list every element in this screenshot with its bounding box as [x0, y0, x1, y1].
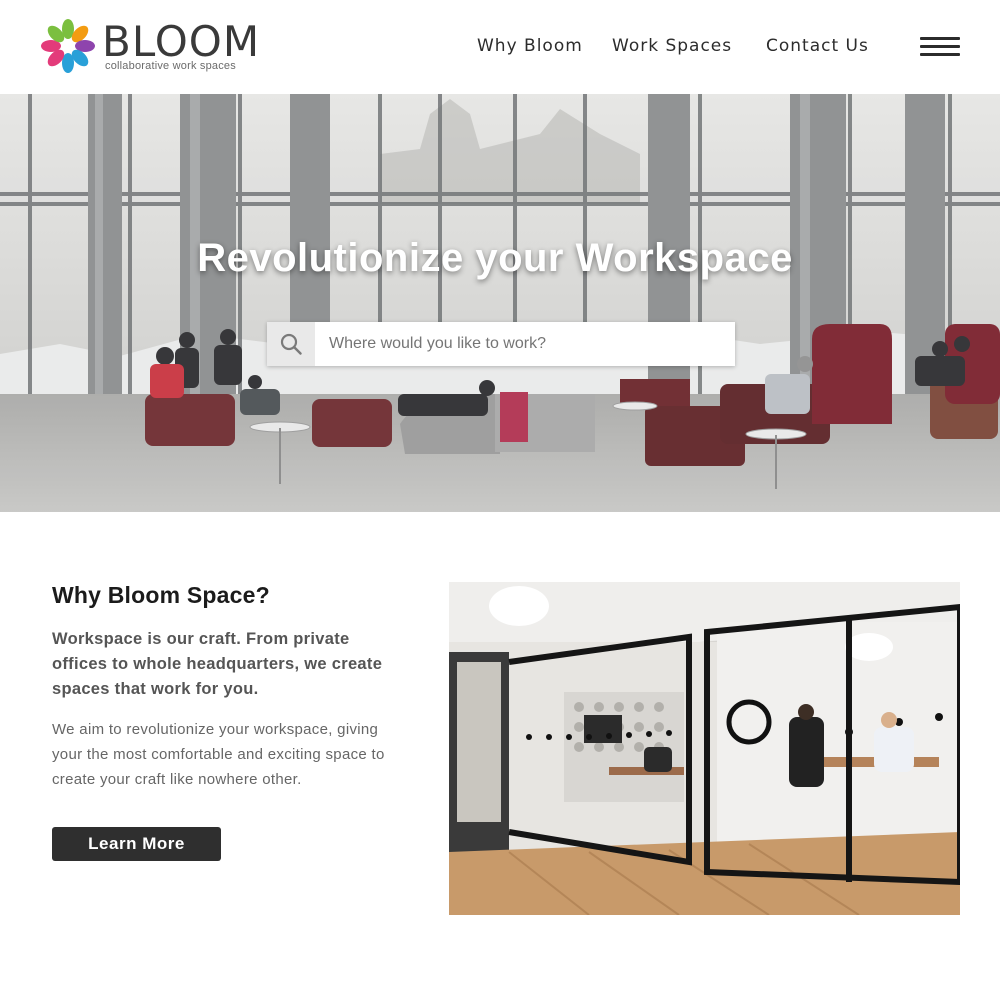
- bloom-logo[interactable]: BLOOM collaborative work spaces: [40, 16, 260, 76]
- section-lead-text: Workspace is our craft. From private off…: [52, 630, 383, 698]
- flower-logo-icon: [41, 19, 95, 73]
- logo-wordmark: BLOOM: [102, 17, 261, 66]
- section-title: Why Bloom Space?: [52, 582, 270, 608]
- hamburger-menu-icon[interactable]: [920, 35, 960, 59]
- section-body-text: We aim to revolutionize your workspace, …: [52, 721, 385, 788]
- learn-more-button[interactable]: Learn More: [52, 827, 221, 861]
- office-meeting-room-photo: [449, 582, 960, 915]
- nav-link-contact-us[interactable]: Contact Us: [766, 36, 869, 56]
- search-button[interactable]: [267, 322, 315, 366]
- nav-link-why-bloom[interactable]: Why Bloom: [477, 36, 583, 56]
- site-header: BLOOM collaborative work spaces Why Bloo…: [0, 0, 1000, 94]
- location-search-input[interactable]: [329, 322, 725, 366]
- search-icon: [280, 333, 302, 355]
- hero-banner: Revolutionize your Workspace: [0, 94, 1000, 512]
- nav-link-work-spaces[interactable]: Work Spaces: [612, 36, 732, 56]
- logo-tagline: collaborative work spaces: [105, 60, 236, 72]
- hero-lounge-photo: [0, 94, 1000, 512]
- hero-title: Revolutionize your Workspace: [197, 236, 793, 280]
- location-search-bar: [267, 322, 735, 366]
